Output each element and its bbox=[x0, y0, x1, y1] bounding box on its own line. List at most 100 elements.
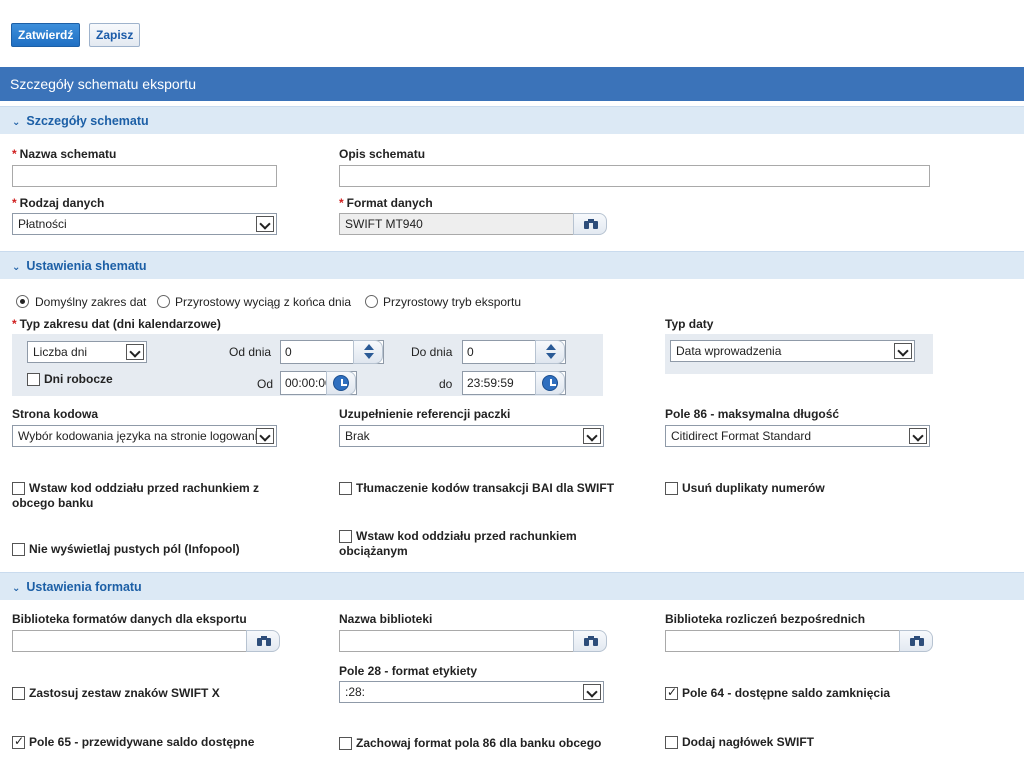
swiftx-label: Zastosuj zestaw znaków SWIFT X bbox=[29, 686, 220, 700]
schema-desc-input[interactable] bbox=[339, 165, 930, 187]
section-details-title: Szczegóły schematu bbox=[26, 114, 149, 128]
required-marker: * bbox=[339, 196, 344, 210]
keep86-label: Zachowaj format pola 86 dla banku obcego bbox=[356, 736, 602, 750]
ref-select[interactable]: Brak bbox=[339, 425, 604, 447]
radio-eod-incremental[interactable] bbox=[157, 295, 170, 308]
required-marker: * bbox=[12, 147, 17, 161]
clock-icon-button[interactable] bbox=[326, 371, 356, 395]
section-details-header[interactable]: ⌄ Szczegóły schematu bbox=[0, 106, 1024, 134]
spinner-arrows-icon[interactable] bbox=[353, 340, 383, 364]
lib-name-label: Nazwa biblioteki bbox=[339, 612, 433, 626]
schema-name-input[interactable] bbox=[12, 165, 277, 187]
from-time-label: Od bbox=[257, 377, 274, 391]
code-page-select[interactable]: Wybór kodowania języka na stronie logowa… bbox=[12, 425, 277, 447]
data-format-label: * Format danych bbox=[339, 196, 433, 210]
field86-select[interactable]: Citidirect Format Standard bbox=[665, 425, 930, 447]
to-time-label: do bbox=[439, 377, 453, 391]
required-marker: * bbox=[12, 317, 17, 331]
dupes-checkbox[interactable] bbox=[665, 482, 678, 495]
clock-icon bbox=[333, 375, 349, 391]
field86-label: Pole 86 - maksymalna długość bbox=[665, 407, 840, 421]
clock-icon-button[interactable] bbox=[535, 371, 565, 395]
radio-incremental-export-label: Przyrostowy tryb eksportu bbox=[383, 295, 522, 309]
dupes-label: Usuń duplikaty numerów bbox=[682, 481, 825, 495]
keep86-checkbox[interactable] bbox=[339, 737, 352, 750]
data-format-lookup-button[interactable] bbox=[573, 213, 607, 235]
date-type-label: Typ daty bbox=[665, 317, 714, 331]
chevron-down-icon: ⌄ bbox=[12, 583, 21, 594]
confirm-button[interactable]: Zatwierdź bbox=[11, 23, 81, 47]
schema-desc-label: Opis schematu bbox=[339, 147, 426, 161]
schema-name-label: * Nazwa schematu bbox=[12, 147, 117, 161]
swift-header-checkbox[interactable] bbox=[665, 736, 678, 749]
section-settings-title: Ustawienia shematu bbox=[26, 259, 147, 273]
field65-checkbox[interactable] bbox=[12, 734, 25, 749]
empty-fields-checkbox[interactable] bbox=[12, 543, 25, 556]
swiftx-checkbox[interactable] bbox=[12, 687, 25, 700]
chevron-down-icon bbox=[894, 343, 912, 359]
from-day-label: Od dnia bbox=[229, 345, 272, 359]
radio-default-range-label: Domyślny zakres dat bbox=[35, 295, 147, 309]
data-type-select[interactable]: Płatności bbox=[12, 213, 277, 235]
range-type-select[interactable]: Liczba dni bbox=[27, 341, 147, 363]
to-time-value: 23:59:59 bbox=[467, 376, 514, 390]
field64-label: Pole 64 - dostępne saldo zamknięcia bbox=[682, 686, 891, 700]
section-settings-header[interactable]: ⌄ Ustawienia shematu bbox=[0, 251, 1024, 279]
save-button[interactable]: Zapisz bbox=[89, 23, 141, 47]
bai-swift-checkbox[interactable] bbox=[339, 482, 352, 495]
lib-name-lookup-button[interactable] bbox=[573, 630, 607, 652]
ref-value: Brak bbox=[345, 429, 370, 443]
date-type-select[interactable]: Data wprowadzenia bbox=[670, 340, 915, 362]
radio-default-range[interactable] bbox=[16, 295, 29, 308]
spinner-arrows-icon[interactable] bbox=[535, 340, 565, 364]
lib-name-input[interactable] bbox=[339, 630, 574, 652]
lib-direct-label: Biblioteka rozliczeń bezpośrednich bbox=[665, 612, 866, 626]
from-time-value: 00:00:00 bbox=[285, 376, 332, 390]
from-day-input[interactable]: 0 bbox=[280, 340, 384, 364]
panel-title: Szczegóły schematu eksportu bbox=[0, 67, 1024, 101]
to-time-input[interactable]: 23:59:59 bbox=[462, 371, 566, 395]
chevron-down-icon bbox=[256, 428, 274, 444]
data-format-input: SWIFT MT940 bbox=[339, 213, 574, 235]
field64-checkbox[interactable] bbox=[665, 685, 678, 700]
chevron-down-icon: ⌄ bbox=[12, 117, 21, 128]
workdays-label: Dni robocze bbox=[44, 372, 113, 386]
workdays-checkbox[interactable] bbox=[27, 373, 40, 386]
empty-fields-label: Nie wyświetlaj pustych pól (Infopool) bbox=[29, 542, 240, 556]
binoculars-icon bbox=[257, 636, 271, 647]
clock-icon bbox=[542, 375, 558, 391]
field28-value: :28: bbox=[345, 685, 366, 699]
section-format-header[interactable]: ⌄ Ustawienia formatu bbox=[0, 572, 1024, 600]
to-day-input[interactable]: 0 bbox=[462, 340, 566, 364]
chevron-down-icon bbox=[909, 428, 927, 444]
radio-eod-incremental-label: Przyrostowy wyciąg z końca dnia bbox=[175, 295, 352, 309]
field28-label: Pole 28 - format etykiety bbox=[339, 664, 478, 678]
range-type-label: * Typ zakresu dat (dni kalendarzowe) bbox=[12, 317, 221, 331]
chevron-down-icon bbox=[583, 428, 601, 444]
required-marker: * bbox=[12, 196, 17, 210]
lib-direct-lookup-button[interactable] bbox=[899, 630, 933, 652]
from-time-input[interactable]: 00:00:00 bbox=[280, 371, 357, 395]
lib-export-lookup-button[interactable] bbox=[246, 630, 280, 652]
field28-select[interactable]: :28: bbox=[339, 681, 604, 703]
lib-export-label: Biblioteka formatów danych dla eksportu bbox=[12, 612, 247, 626]
range-type-value: Liczba dni bbox=[33, 345, 88, 359]
section-format-title: Ustawienia formatu bbox=[26, 580, 142, 594]
binoculars-icon bbox=[910, 636, 924, 647]
binoculars-icon bbox=[584, 219, 598, 230]
to-day-value: 0 bbox=[467, 345, 474, 359]
data-type-value: Płatności bbox=[18, 217, 67, 231]
code-page-value: Wybór kodowania języka na stronie logowa… bbox=[18, 429, 265, 443]
lib-direct-input[interactable] bbox=[665, 630, 900, 652]
code-page-label: Strona kodowa bbox=[12, 407, 99, 421]
field65-label: Pole 65 - przewidywane saldo dostępne bbox=[29, 735, 255, 749]
lib-export-input[interactable] bbox=[12, 630, 247, 652]
data-type-label: * Rodzaj danych bbox=[12, 196, 105, 210]
branch-other-label: Wstaw kod oddziału przed rachunkiem z ob… bbox=[12, 481, 260, 510]
from-day-value: 0 bbox=[285, 345, 292, 359]
swift-header-label: Dodaj nagłówek SWIFT bbox=[682, 735, 815, 749]
radio-incremental-export[interactable] bbox=[365, 295, 378, 308]
binoculars-icon bbox=[584, 636, 598, 647]
date-type-value: Data wprowadzenia bbox=[676, 344, 782, 358]
to-day-label: Do dnia bbox=[411, 345, 453, 359]
